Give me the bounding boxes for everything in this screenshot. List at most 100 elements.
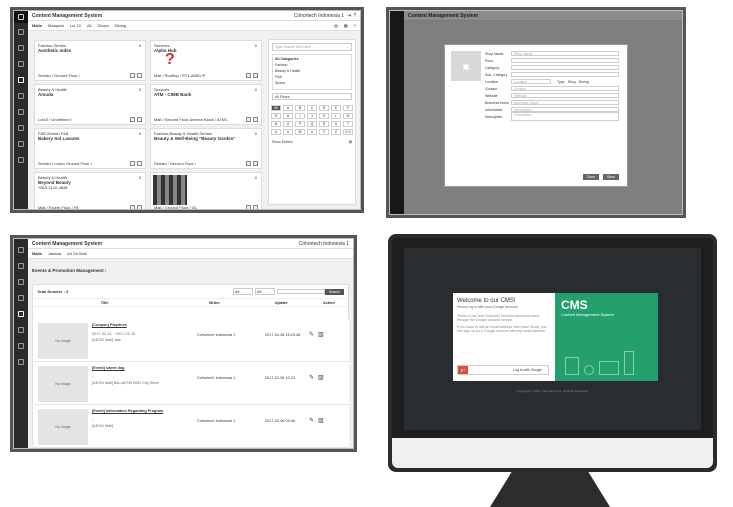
bell-icon[interactable]	[18, 109, 24, 115]
edit-icon[interactable]	[246, 73, 251, 78]
letter-filter[interactable]: D	[319, 105, 329, 111]
field-input[interactable]	[511, 58, 619, 63]
field-input[interactable]: Business Hours	[511, 100, 619, 105]
field-input[interactable]	[511, 65, 619, 70]
list-view-icon[interactable]: ≡	[354, 23, 356, 28]
edit-icon[interactable]	[246, 161, 251, 166]
user-icon[interactable]	[18, 125, 24, 131]
trash-icon[interactable]	[137, 161, 142, 166]
mall-filter-select[interactable]: All On Mall	[67, 251, 86, 256]
city-select[interactable]: Jakarta	[48, 251, 61, 256]
trash-icon[interactable]: ▥	[318, 331, 324, 338]
user-name[interactable]: Cohortech Indonesia 1	[299, 241, 349, 247]
letter-filter[interactable]: W	[295, 129, 305, 135]
like-count[interactable]: 0	[255, 175, 257, 180]
save-button[interactable]: Save	[603, 174, 619, 180]
print-icon[interactable]: ▤	[334, 23, 338, 28]
trash-icon[interactable]	[253, 161, 258, 166]
country-select[interactable]: Malaysia	[48, 23, 64, 28]
trash-icon[interactable]	[137, 117, 142, 122]
field-input[interactable]: Description	[511, 112, 619, 121]
store-card[interactable]: F&B,Sertain F&B Bakery Sol Lavants 0 Sertai…	[34, 128, 146, 169]
letter-filter[interactable]: C	[307, 105, 317, 111]
store-card[interactable]: Fashion,Sertain Aesthetic Index 0 Sertain /…	[34, 40, 146, 81]
trash-icon[interactable]	[137, 205, 142, 209]
filter-dining[interactable]: Dining	[115, 23, 126, 28]
trash-icon[interactable]: ▥	[318, 417, 324, 424]
tag-icon[interactable]	[18, 311, 24, 317]
mall-select[interactable]: Malls	[32, 251, 42, 256]
trash-icon[interactable]	[253, 73, 258, 78]
filter-all[interactable]: All	[87, 23, 91, 28]
edit-icon[interactable]: ✎	[309, 331, 314, 338]
letter-filter[interactable]: N	[271, 121, 281, 127]
like-count[interactable]: 0	[255, 87, 257, 92]
search-input[interactable]	[276, 289, 325, 294]
filter-select-2[interactable]: All	[254, 288, 275, 295]
event-title[interactable]: [Event] sweet dog	[92, 366, 125, 370]
like-count[interactable]: 0	[255, 131, 257, 136]
gift-icon[interactable]	[18, 141, 24, 147]
field-input[interactable]	[511, 72, 619, 77]
filter-shops[interactable]: Shops	[97, 23, 108, 28]
type-dining-radio[interactable]: Dining	[579, 80, 589, 84]
letter-filter[interactable]: X	[307, 129, 317, 135]
field-input[interactable]: Shop Name	[511, 51, 619, 56]
search-input[interactable]: Type Search Text Here...	[275, 45, 313, 49]
event-title[interactable]: [Coupon] Playdrive	[92, 323, 127, 327]
letter-filter[interactable]: G	[271, 113, 281, 119]
globe-icon[interactable]	[18, 263, 24, 269]
letter-filter[interactable]: B	[295, 105, 305, 111]
layers-icon[interactable]	[18, 157, 24, 163]
letter-filter[interactable]: Z	[331, 129, 341, 135]
trash-icon[interactable]: ▥	[318, 374, 324, 381]
store-card[interactable]: FashionBirkenstock+603-2143-31780Mall / …	[150, 172, 262, 209]
help-icon[interactable]: ?	[353, 13, 356, 19]
letter-filter[interactable]: E	[331, 105, 341, 111]
letter-filter[interactable]: A	[283, 105, 293, 111]
gift-icon[interactable]	[18, 359, 24, 365]
grid-view-icon[interactable]: ▦	[344, 23, 348, 28]
home-icon[interactable]	[18, 247, 24, 253]
letter-filter[interactable]: O	[283, 121, 293, 127]
letter-filter[interactable]: P	[295, 121, 305, 127]
like-count[interactable]: 0	[139, 175, 141, 180]
building-icon[interactable]	[18, 279, 24, 285]
building-icon[interactable]	[18, 61, 24, 67]
level-select[interactable]: Lot 10	[70, 23, 81, 28]
like-count[interactable]: 0	[139, 87, 141, 92]
edit-icon[interactable]	[130, 73, 135, 78]
letter-filter[interactable]: Q	[307, 121, 317, 127]
bag-icon[interactable]	[18, 295, 24, 301]
bell-icon[interactable]	[18, 327, 24, 333]
letter-filter[interactable]: K	[319, 113, 329, 119]
field-input[interactable]: Website	[511, 93, 619, 98]
like-count[interactable]: 0	[139, 131, 141, 136]
store-card[interactable]: Fashion,Beauty & Health,Sertain Beauty & …	[150, 128, 262, 169]
letter-filter[interactable]: V	[283, 129, 293, 135]
letter-filter[interactable]: 0-9	[343, 129, 353, 135]
letter-filter[interactable]: I	[295, 113, 305, 119]
like-count[interactable]: 0	[139, 43, 141, 48]
letter-filter[interactable]: H	[283, 113, 293, 119]
menu-icon[interactable]	[18, 14, 24, 20]
entries-select[interactable]: ▤	[349, 140, 352, 144]
trash-icon[interactable]	[253, 205, 258, 209]
logout-icon[interactable]: ⇥	[347, 13, 351, 19]
letter-filter[interactable]: T	[343, 121, 353, 127]
edit-icon[interactable]: ✎	[309, 417, 314, 424]
google-login-button[interactable]: g+ Log in with Google	[457, 365, 549, 375]
edit-icon[interactable]	[246, 205, 251, 209]
letter-filter[interactable]: M	[343, 113, 353, 119]
event-title[interactable]: [Event] Information Regarding Program	[92, 409, 163, 413]
store-card[interactable]: Services ATM - CIMB Bank 0 Mall / Second Fl…	[150, 84, 262, 125]
letter-filter[interactable]: F	[343, 105, 353, 111]
letter-filter[interactable]: L	[331, 113, 341, 119]
letter-filter[interactable]: All	[271, 105, 281, 111]
category-item[interactable]: Sports	[275, 80, 349, 86]
image-placeholder-icon[interactable]: ▣	[451, 51, 481, 81]
cancel-button[interactable]: Save	[583, 174, 600, 180]
store-card[interactable]: Beauty & Health Amuda 0 Lot10 / Undefined /	[34, 84, 146, 125]
search-button[interactable]: Search	[324, 288, 344, 295]
mall-select[interactable]: Malls	[32, 23, 42, 28]
